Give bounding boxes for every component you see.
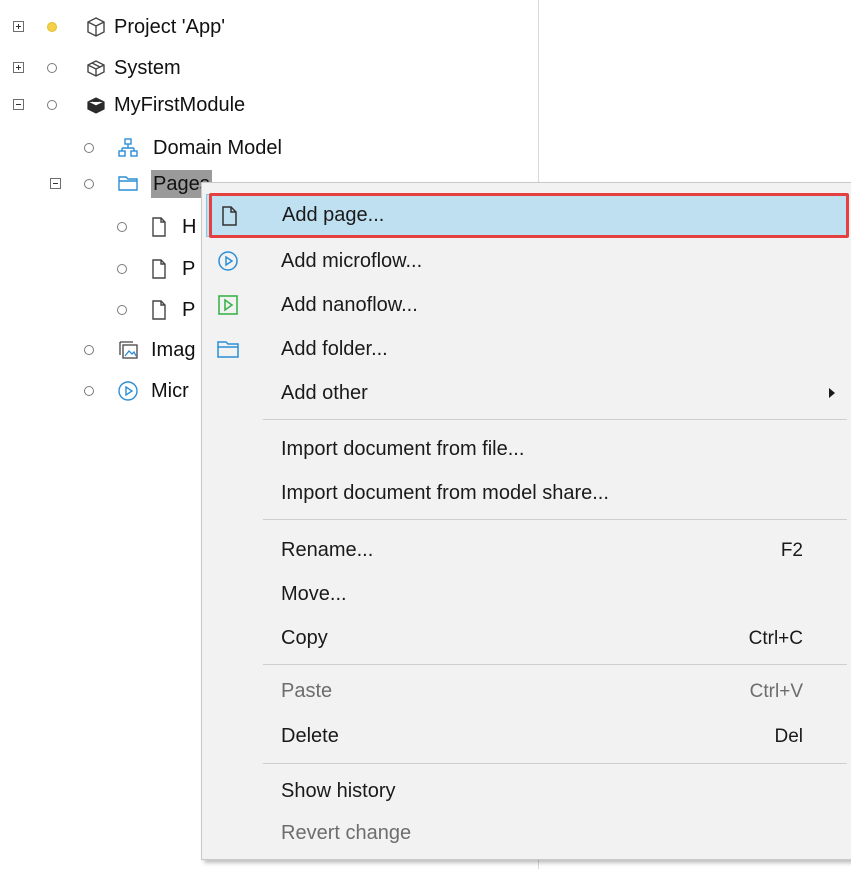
folder-icon bbox=[216, 337, 240, 361]
folder-icon bbox=[117, 172, 139, 194]
menu-item-delete[interactable]: Delete Del bbox=[206, 715, 847, 758]
tree-item-label: P bbox=[182, 258, 196, 280]
menu-item-import-from-file[interactable]: Import document from file... bbox=[206, 428, 847, 471]
tree-item-domain-model[interactable]: Domain Model bbox=[153, 134, 282, 162]
tree-item-myfirstmodule[interactable]: MyFirstModule bbox=[114, 91, 245, 119]
status-dot-icon bbox=[47, 63, 57, 73]
menu-separator bbox=[263, 664, 847, 665]
menu-separator bbox=[263, 519, 847, 520]
page-icon bbox=[148, 258, 170, 280]
menu-item-copy[interactable]: Copy Ctrl+C bbox=[206, 617, 847, 660]
menu-item-show-history[interactable]: Show history bbox=[206, 770, 847, 813]
project-icon bbox=[85, 16, 107, 38]
module-icon bbox=[85, 94, 107, 116]
tree-item-label: Imag bbox=[151, 339, 196, 361]
tree-item-label: MyFirstModule bbox=[114, 94, 246, 116]
expand-project-button[interactable] bbox=[13, 21, 24, 32]
tree-item-project[interactable]: Project 'App' bbox=[114, 13, 225, 41]
shortcut-label: Del bbox=[774, 725, 803, 747]
tree-item-page[interactable]: H bbox=[182, 213, 196, 241]
shortcut-label: F2 bbox=[780, 539, 803, 561]
tree-item-label: Micr bbox=[151, 380, 189, 402]
menu-item-add-folder[interactable]: Add folder... bbox=[206, 328, 847, 371]
shortcut-label: Ctrl+V bbox=[749, 680, 803, 702]
status-dot-icon bbox=[117, 305, 127, 315]
page-icon bbox=[217, 204, 241, 228]
tree-item-images[interactable]: Imag bbox=[151, 336, 195, 364]
nanoflow-icon bbox=[216, 293, 240, 317]
images-icon bbox=[117, 339, 139, 361]
menu-separator bbox=[263, 419, 847, 420]
status-dot-icon bbox=[84, 143, 94, 153]
menu-item-rename[interactable]: Rename... F2 bbox=[206, 529, 847, 572]
expand-system-button[interactable] bbox=[13, 62, 24, 73]
page-icon bbox=[148, 299, 170, 321]
tree-item-page[interactable]: P bbox=[182, 255, 195, 283]
menu-item-import-from-model-share[interactable]: Import document from model share... bbox=[206, 472, 847, 515]
tree-item-label: Domain Model bbox=[153, 137, 282, 159]
page-icon bbox=[148, 216, 170, 238]
collapse-myfirstmodule-button[interactable] bbox=[13, 99, 24, 110]
tree-item-label: Project 'App' bbox=[114, 16, 226, 38]
status-dot-icon bbox=[117, 264, 127, 274]
menu-item-paste[interactable]: Paste Ctrl+V bbox=[206, 670, 847, 713]
shortcut-label: Ctrl+C bbox=[748, 627, 803, 649]
context-menu: Add page... Add microflow... Add nanoflo… bbox=[201, 182, 851, 860]
tree-item-microflows[interactable]: Micr bbox=[151, 377, 189, 405]
domain-model-icon bbox=[117, 137, 139, 159]
menu-item-add-other[interactable]: Add other bbox=[206, 372, 847, 415]
status-dot-icon bbox=[84, 179, 94, 189]
menu-item-add-microflow[interactable]: Add microflow... bbox=[206, 240, 847, 283]
status-dot-icon bbox=[117, 222, 127, 232]
module-icon bbox=[85, 57, 107, 79]
menu-separator bbox=[263, 763, 847, 764]
microflow-icon bbox=[117, 380, 139, 402]
tree-item-label: System bbox=[114, 57, 181, 79]
collapse-pages-button[interactable] bbox=[50, 178, 61, 189]
tree-item-label: H bbox=[182, 216, 197, 238]
tree-item-system[interactable]: System bbox=[114, 54, 181, 82]
status-dot-icon bbox=[47, 22, 57, 32]
menu-item-move[interactable]: Move... bbox=[206, 573, 847, 616]
tree-item-page[interactable]: P bbox=[182, 296, 195, 324]
status-dot-icon bbox=[84, 386, 94, 396]
menu-item-revert-change[interactable]: Revert change bbox=[206, 812, 847, 855]
menu-item-add-page[interactable]: Add page... bbox=[206, 194, 847, 237]
microflow-icon bbox=[216, 249, 240, 273]
tree-item-label: P bbox=[182, 299, 196, 321]
menu-item-add-nanoflow[interactable]: Add nanoflow... bbox=[206, 284, 847, 327]
status-dot-icon bbox=[47, 100, 57, 110]
submenu-arrow-icon bbox=[829, 388, 835, 398]
status-dot-icon bbox=[84, 345, 94, 355]
